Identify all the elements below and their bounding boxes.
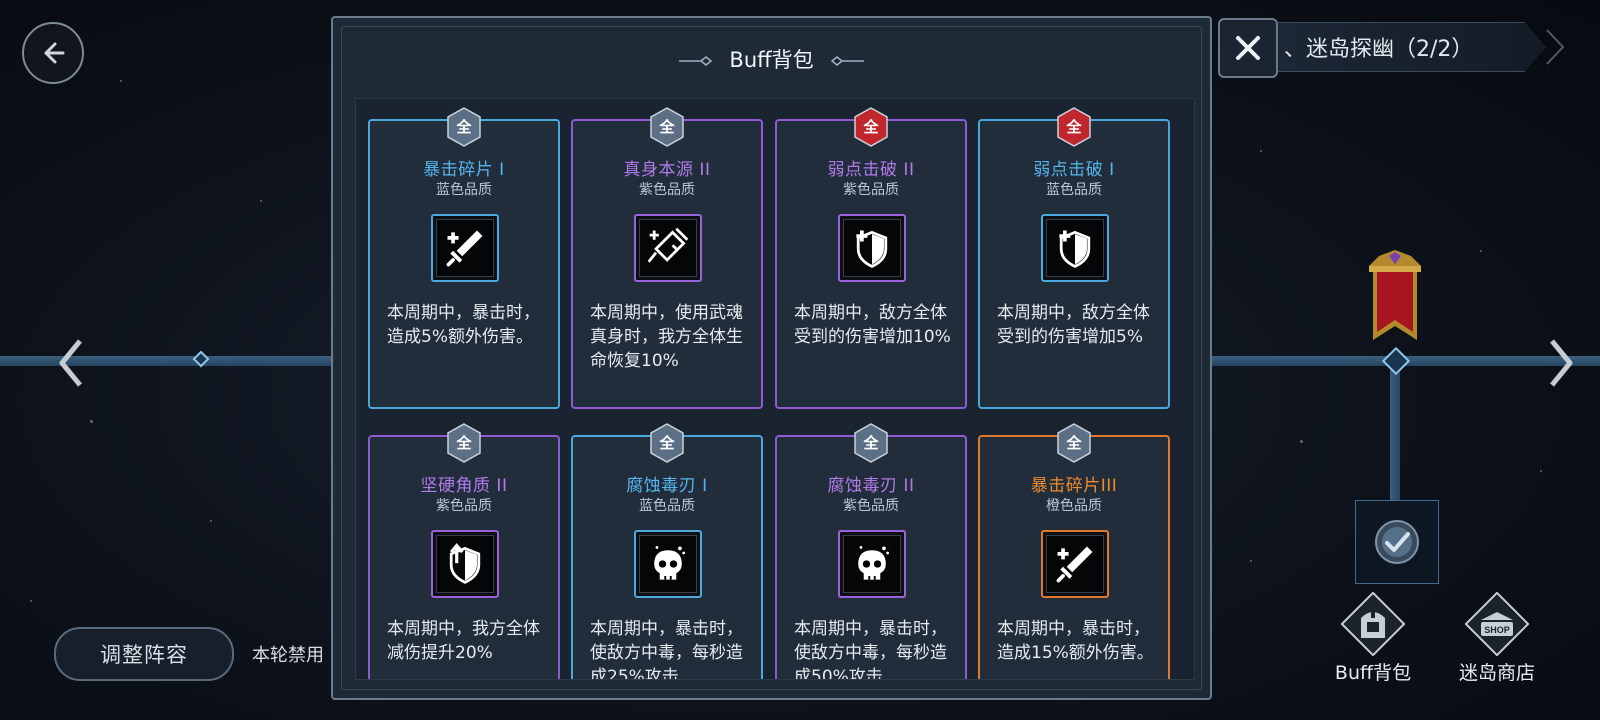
buff-description: 本周期中，暴击时，造成5%额外伤害。 — [387, 303, 540, 347]
buff-icon-frame — [838, 530, 906, 598]
stage-title-tag: 、迷岛探幽（2/2） — [1278, 22, 1546, 72]
buff-description: 本周期中，敌方全体受到的伤害增加5% — [997, 303, 1150, 347]
arrow-left-icon — [44, 42, 65, 64]
buff-name: 真身本源 II — [623, 160, 711, 180]
shop-sign-text: SHOP — [1484, 625, 1510, 635]
buff-icon-frame — [431, 214, 499, 282]
close-icon — [1236, 36, 1260, 60]
buff-description: 本周期中，使用武魂真身时，我方全体生命恢复10% — [590, 303, 743, 371]
buff-card[interactable]: 全腐蚀毒刃 I 蓝色品质本周期中，暴击时，使敌方中毒，每秒造成25%攻击 — [571, 423, 763, 680]
buff-quality: 紫色品质 — [843, 182, 899, 198]
buff-card[interactable]: 全腐蚀毒刃 II 紫色品质本周期中，暴击时，使敌方中毒，每秒造成50%攻击 — [775, 423, 967, 680]
buff-quality: 紫色品质 — [843, 498, 899, 514]
buff-bag-button[interactable]: Buff背包 — [1318, 591, 1428, 685]
scope-badge: 全 — [853, 423, 889, 463]
adjust-lineup-button[interactable]: 调整阵容 — [54, 627, 234, 681]
buff-quality: 紫色品质 — [639, 182, 695, 198]
ban-notice-text: 本轮禁用 — [252, 645, 324, 666]
shield-arrow-icon — [436, 535, 494, 593]
chevron-left-icon — [59, 339, 82, 387]
completed-node[interactable] — [1355, 500, 1439, 584]
buff-bag-label: Buff背包 — [1334, 662, 1412, 684]
buff-icon-frame — [1041, 530, 1109, 598]
buff-name: 腐蚀毒刃 I — [626, 476, 708, 496]
scope-badge: 全 — [446, 107, 482, 147]
buff-description: 本周期中，我方全体减伤提升20% — [387, 619, 540, 663]
buff-icon-frame — [1041, 214, 1109, 282]
tag-arrow-icon — [1546, 29, 1565, 65]
island-shop-label: 迷岛商店 — [1458, 662, 1535, 684]
adjust-lineup-label: 调整阵容 — [100, 643, 188, 667]
syringe-sword-icon — [639, 219, 697, 277]
previous-arrow-button[interactable] — [52, 335, 92, 391]
buff-description: 本周期中，暴击时，使敌方中毒，每秒造成50%攻击 — [794, 619, 947, 680]
scope-badge: 全 — [1056, 107, 1092, 147]
title-ornament-right-icon — [831, 56, 865, 66]
scope-badge-label: 全 — [456, 434, 472, 452]
check-orb-icon — [1375, 520, 1419, 564]
buff-quality: 蓝色品质 — [436, 182, 492, 198]
map-node-current[interactable] — [1381, 346, 1411, 376]
shop-icon: SHOP — [1464, 591, 1530, 657]
map-track-left — [0, 356, 335, 366]
buff-name: 坚硬角质 II — [420, 476, 508, 496]
buff-description: 本周期中，暴击时，造成15%额外伤害。 — [997, 619, 1154, 663]
scope-badge: 全 — [446, 423, 482, 463]
buff-name: 暴击碎片III — [1030, 476, 1118, 496]
shield-plus-icon — [1046, 219, 1104, 277]
skull-icon — [639, 535, 697, 593]
scope-badge-label: 全 — [456, 118, 472, 136]
scope-badge-label: 全 — [863, 118, 879, 136]
buff-quality: 橙色品质 — [1046, 498, 1102, 514]
buff-card[interactable]: 全弱点击破 I 蓝色品质本周期中，敌方全体受到的伤害增加5% — [978, 107, 1170, 409]
scope-badge-label: 全 — [1066, 434, 1082, 452]
skull-icon — [843, 535, 901, 593]
buff-name: 弱点击破 II — [827, 160, 915, 180]
buff-card[interactable]: 全暴击碎片 I 蓝色品质本周期中，暴击时，造成5%额外伤害。 — [368, 107, 560, 409]
back-button[interactable] — [22, 22, 84, 84]
buff-description: 本周期中，敌方全体受到的伤害增加10% — [794, 303, 951, 347]
scope-badge-label: 全 — [1066, 118, 1082, 136]
backpack-icon — [1340, 591, 1406, 657]
shield-plus-icon — [843, 219, 901, 277]
buff-card[interactable]: 全真身本源 II 紫色品质本周期中，使用武魂真身时，我方全体生命恢复10% — [571, 107, 763, 409]
scope-badge-label: 全 — [659, 118, 675, 136]
panel-title: Buff背包 — [729, 48, 814, 72]
buff-icon-frame — [634, 530, 702, 598]
buff-quality: 蓝色品质 — [1046, 182, 1102, 198]
scope-badge: 全 — [853, 107, 889, 147]
flag-banner-icon[interactable] — [1365, 248, 1425, 348]
scope-badge: 全 — [649, 107, 685, 147]
buff-icon-frame — [634, 214, 702, 282]
panel-title-row: Buff背包 — [333, 44, 1210, 74]
buff-card-grid[interactable]: 全暴击碎片 I 蓝色品质 本周期中，暴击时，造成5%额外伤害。全真身本源 II 紫色品… — [355, 98, 1195, 680]
buff-icon-frame — [431, 530, 499, 598]
scope-badge-label: 全 — [863, 434, 879, 452]
buff-bag-panel: Buff背包 全暴击碎片 I 蓝色品质 本周期中，暴击时，造成5%额外伤害。全真身本… — [331, 16, 1212, 700]
buff-card[interactable]: 全弱点击破 II 紫色品质本周期中，敌方全体受到的伤害增加10% — [775, 107, 967, 409]
island-shop-button[interactable]: SHOP 迷岛商店 — [1442, 591, 1552, 685]
sword-plus-icon — [436, 219, 494, 277]
buff-card[interactable]: 全暴击碎片III 橙色品质本周期中，暴击时，造成15%额外伤害。 — [978, 423, 1170, 679]
close-button[interactable] — [1218, 18, 1278, 78]
stage-title: 、迷岛探幽（2/2） — [1284, 37, 1474, 62]
scope-badge: 全 — [1056, 423, 1092, 463]
chevron-right-icon — [1550, 339, 1573, 387]
buff-quality: 蓝色品质 — [639, 498, 695, 514]
buff-card[interactable]: 全坚硬角质 II 紫色品质本周期中，我方全体减伤提升20% — [368, 423, 560, 679]
next-arrow-button[interactable] — [1540, 335, 1580, 391]
buff-quality: 紫色品质 — [436, 498, 492, 514]
buff-name: 弱点击破 I — [1033, 160, 1115, 180]
sword-plus-icon — [1046, 535, 1104, 593]
buff-description: 本周期中，暴击时，使敌方中毒，每秒造成25%攻击 — [590, 619, 743, 680]
buff-name: 腐蚀毒刃 II — [827, 476, 915, 496]
buff-name: 暴击碎片 I — [423, 160, 505, 180]
scope-badge: 全 — [649, 423, 685, 463]
buff-icon-frame — [838, 214, 906, 282]
title-ornament-left-icon — [678, 56, 712, 66]
map-track-branch — [1390, 356, 1400, 501]
scope-badge-label: 全 — [659, 434, 675, 452]
